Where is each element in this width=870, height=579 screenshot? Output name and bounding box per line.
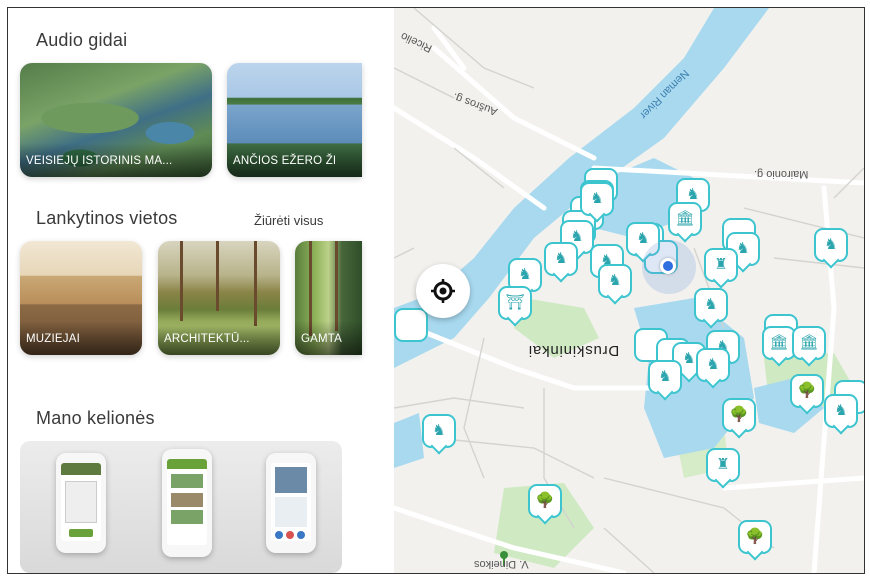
tower-pin[interactable]: ♜ (704, 248, 738, 289)
place-card-nature[interactable]: GAMTA (295, 241, 362, 355)
place-card-label: ARCHITEKTŪ... (164, 333, 250, 345)
museum-pin[interactable]: 🏛 (762, 326, 796, 367)
place-card-label: MUZIEJAI (26, 333, 80, 345)
audio-guide-card-veisiejai[interactable]: VEISIEJŲ ISTORINIS MA... (20, 63, 212, 177)
gate-pin[interactable]: ⛩ (498, 286, 532, 327)
my-trips-banner[interactable] (20, 441, 342, 573)
monument-pin[interactable]: ♞ (824, 394, 858, 435)
city-label: Druskininkai (528, 342, 620, 359)
audio-guide-card-ancios[interactable]: ANČIOS EŽERO ŽI (227, 63, 362, 177)
place-card-label: GAMTA (301, 333, 343, 345)
tree-pin[interactable]: 🌳 (528, 484, 562, 525)
places-title: Lankytinos vietos (36, 208, 178, 228)
place-card-architecture[interactable]: ARCHITEKTŪ... (158, 241, 280, 355)
museum-pin[interactable]: 🏛 (668, 202, 702, 243)
monument-pin[interactable]: ♞ (544, 242, 578, 283)
monument-pin[interactable]: ♞ (694, 288, 728, 329)
map-view[interactable]: Aušros g. Maironio g. Neman River Riceli… (394, 8, 864, 573)
user-location-dot (660, 258, 676, 274)
phone-mockup (266, 453, 316, 553)
app-screenshot-frame: Audio gidai VEISIEJŲ ISTORINIS MA... ANČ… (7, 7, 865, 574)
tower-pin[interactable]: ♜ (706, 448, 740, 489)
tree-pin[interactable]: 🌳 (790, 374, 824, 415)
phone-mockup (56, 453, 106, 553)
monument-pin[interactable]: ♞ (580, 182, 614, 223)
phone-mockup (162, 449, 212, 557)
locate-me-button[interactable] (416, 264, 470, 318)
trips-title: Mano kelionės (36, 408, 155, 428)
audio-guides-title: Audio gidai (36, 30, 128, 50)
see-all-link[interactable]: Žiūrėti visus (254, 213, 323, 228)
audio-guide-card-label: ANČIOS EŽERO ŽI (233, 155, 337, 167)
tree-pin[interactable]: 🌳 (738, 520, 772, 561)
crosshair-icon (431, 279, 455, 303)
monument-pin[interactable]: ♞ (814, 228, 848, 269)
road-label-maironio: Maironio g. (754, 168, 809, 180)
audio-guide-card-label: VEISIEJŲ ISTORINIS MA... (26, 155, 173, 167)
monument-pin[interactable]: ♞ (648, 360, 682, 401)
museum-pin[interactable]: 🏛 (792, 326, 826, 367)
road-label-dineikos: V. Dineikos (474, 558, 529, 570)
monument-pin[interactable]: ♞ (598, 264, 632, 305)
place-card-museums[interactable]: MUZIEJAI (20, 241, 142, 355)
tree-pin[interactable]: 🌳 (722, 398, 756, 439)
monument-pin[interactable]: ♞ (696, 348, 730, 389)
home-panel: Audio gidai VEISIEJŲ ISTORINIS MA... ANČ… (8, 8, 368, 573)
monument-pin[interactable]: ♞ (422, 414, 456, 455)
